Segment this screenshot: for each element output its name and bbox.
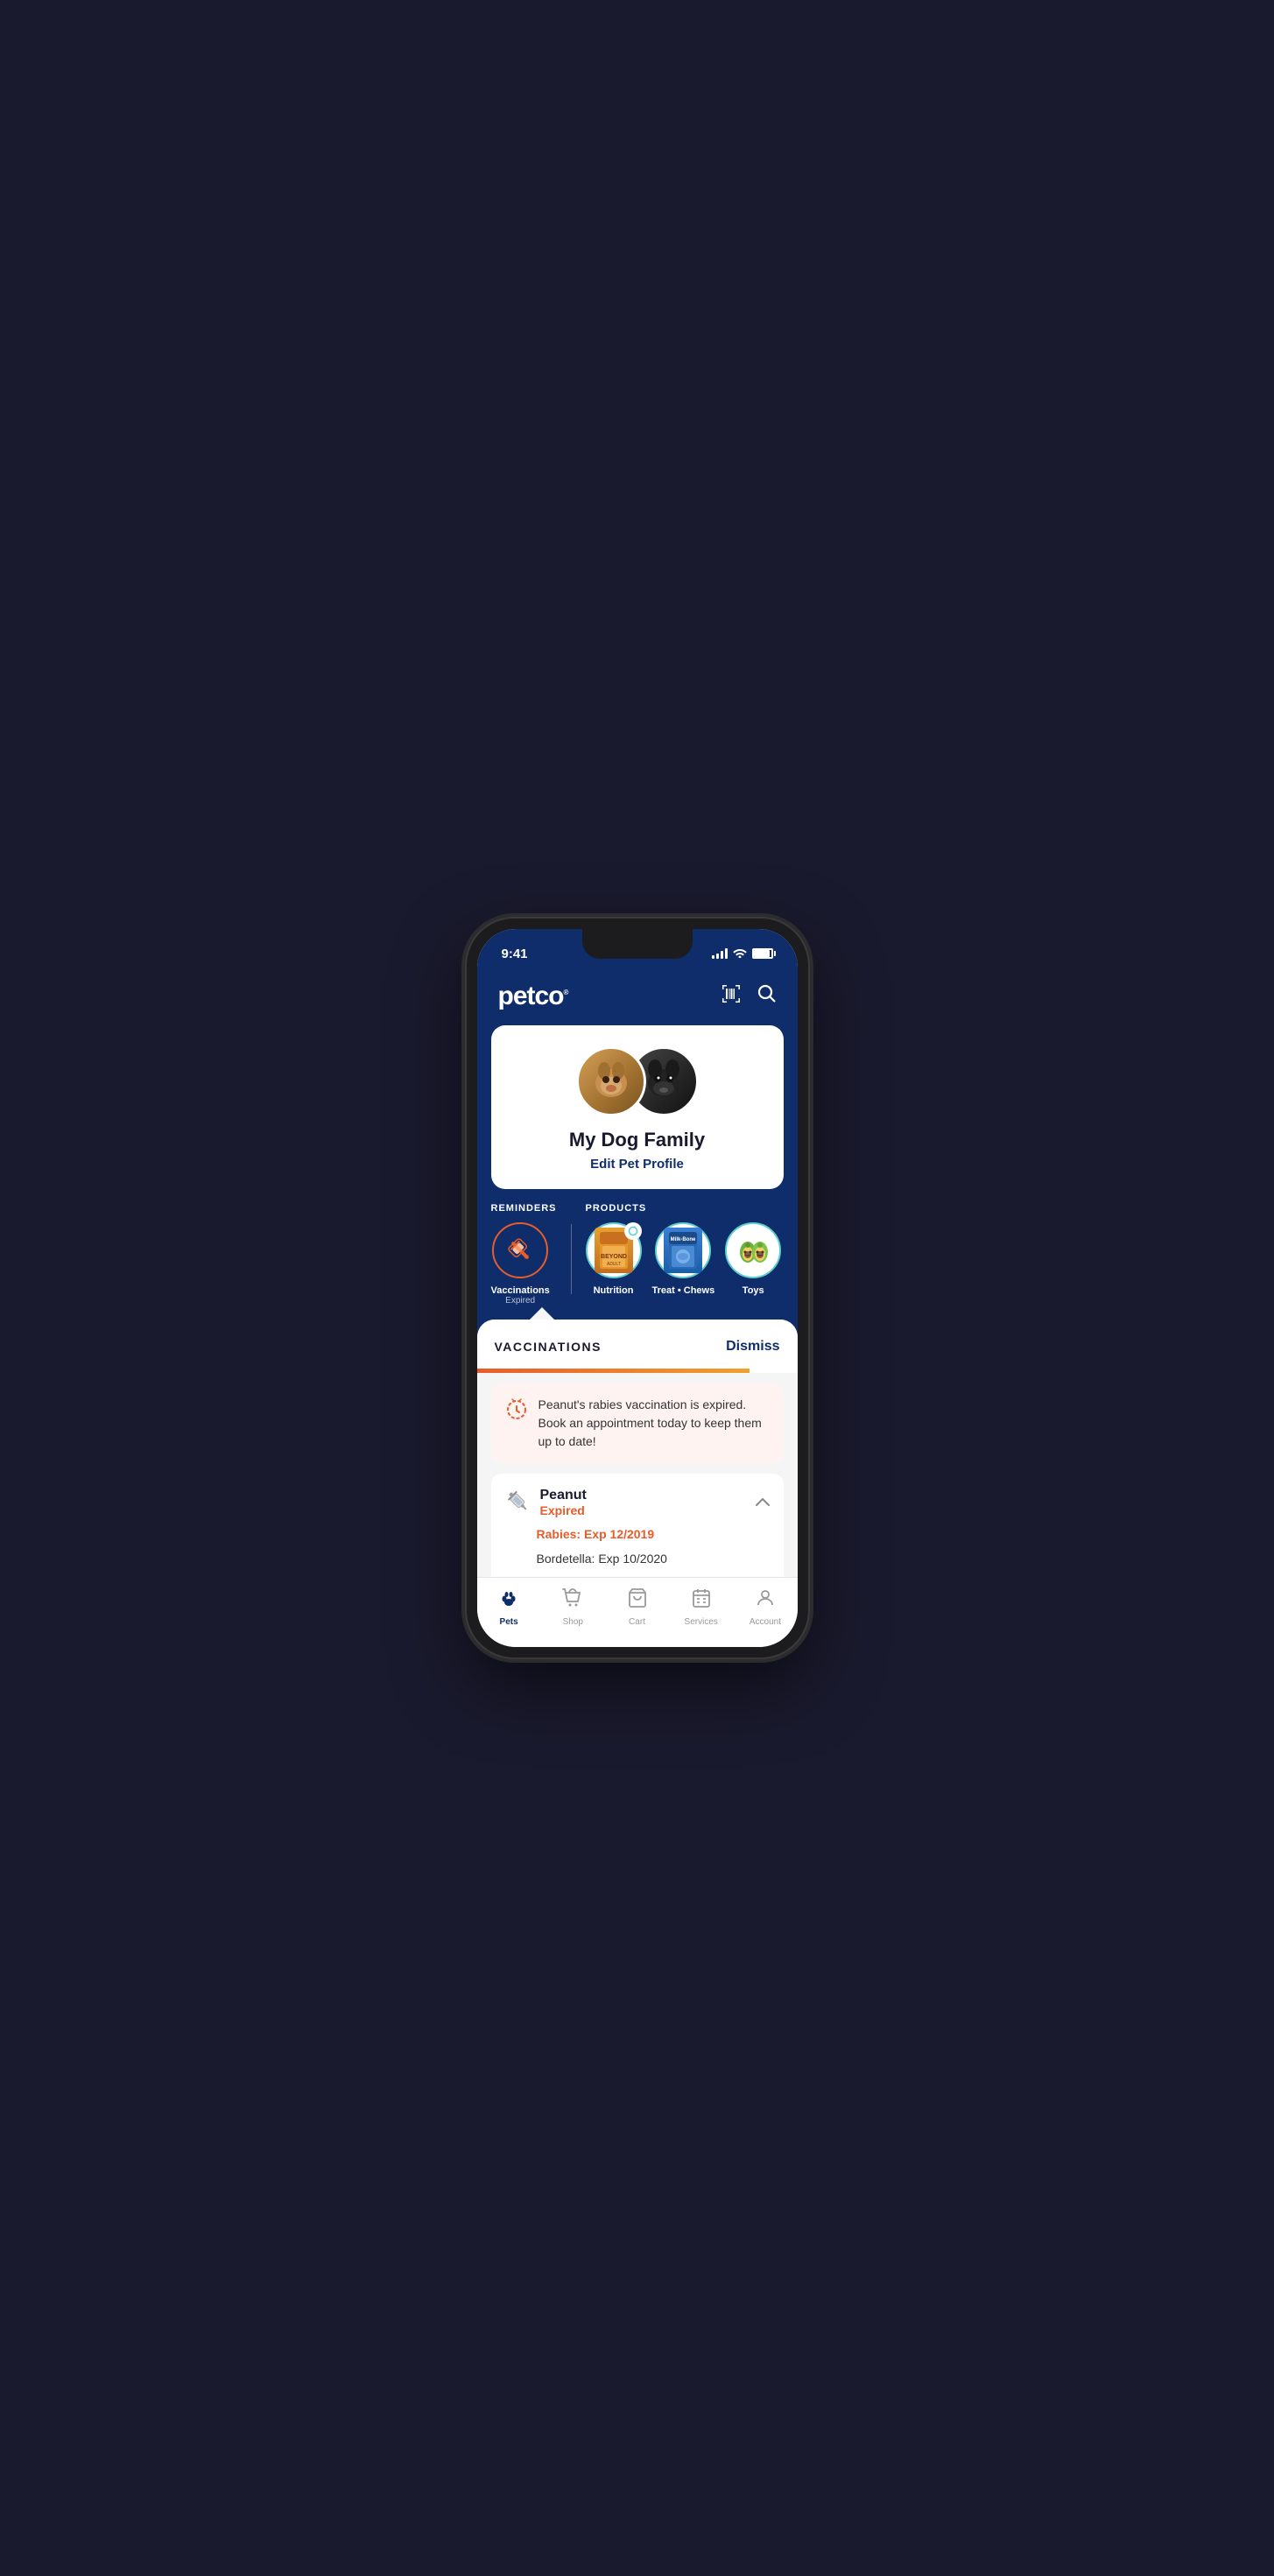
cat-item-treat-chews[interactable]: Milk-Bone Treat • Chews: [652, 1222, 715, 1296]
alert-banner: Peanut's rabies vaccination is expired. …: [491, 1383, 784, 1463]
cat-item-toys[interactable]: Toys: [725, 1222, 781, 1296]
status-icons: [712, 947, 773, 961]
vaccination-circle: [492, 1222, 548, 1278]
pet-vaccination-section: Peanut Expired: [491, 1474, 784, 1577]
nutrition-circle: BEYOND ADULT: [586, 1222, 642, 1278]
rabies-row: Rabies: Exp 12/2019: [537, 1523, 770, 1547]
products-section: PRODUCTS BEYOND: [586, 1203, 784, 1296]
dismiss-button[interactable]: Dismiss: [726, 1339, 779, 1355]
nav-item-shop[interactable]: Shop: [541, 1587, 605, 1627]
refresh-badge: [624, 1222, 642, 1240]
nav-item-cart[interactable]: Cart: [605, 1587, 669, 1627]
panel-arrow: [530, 1307, 554, 1320]
product-items: BEYOND ADULT: [586, 1222, 784, 1296]
panel-title: VACCINATIONS: [495, 1340, 602, 1354]
pet-vacc-header: Peanut Expired: [505, 1488, 770, 1517]
bottom-navigation: Pets Shop: [477, 1577, 798, 1647]
categories-section: REMINDERS: [477, 1203, 798, 1320]
bordetella-row: Bordetella: Exp 10/2020: [537, 1547, 770, 1572]
main-content: My Dog Family Edit Pet Profile REMINDERS: [477, 1025, 798, 1577]
toys-circle: [725, 1222, 781, 1278]
pet-name-status: Peanut Expired: [540, 1488, 587, 1517]
pet-profile-card: My Dog Family Edit Pet Profile: [491, 1025, 784, 1189]
nutrition-label: Nutrition: [594, 1285, 634, 1296]
toys-img: [734, 1231, 772, 1270]
vaccination-detail-panel: VACCINATIONS Dismiss: [477, 1320, 798, 1577]
shop-nav-label: Shop: [563, 1617, 583, 1627]
cat-item-vaccinations[interactable]: Vaccinations Expired: [491, 1222, 550, 1306]
nav-item-pets[interactable]: Pets: [477, 1587, 541, 1627]
phone-screen: 9:41 petco®: [477, 929, 798, 1647]
nav-item-account[interactable]: Account: [733, 1587, 797, 1627]
search-icon[interactable]: [757, 984, 777, 1009]
pet-family-name: My Dog Family: [569, 1129, 705, 1151]
svg-text:BEYOND: BEYOND: [601, 1254, 627, 1260]
header-icons: [721, 983, 777, 1010]
pets-nav-label: Pets: [500, 1617, 518, 1627]
reminders-label: REMINDERS: [491, 1203, 557, 1214]
signal-icon: [712, 948, 728, 959]
status-time: 9:41: [502, 947, 528, 961]
battery-icon: [752, 948, 773, 959]
pet-vacc-name: Peanut: [540, 1488, 587, 1503]
pet-vacc-info: Peanut Expired: [505, 1488, 587, 1517]
alert-message: Peanut's rabies vaccination is expired. …: [538, 1396, 770, 1451]
petco-logo: petco®: [498, 982, 568, 1011]
reminders-section: REMINDERS: [491, 1203, 557, 1306]
cart-nav-label: Cart: [629, 1617, 645, 1627]
panel-header: VACCINATIONS Dismiss: [477, 1320, 798, 1369]
pet-avatars: [576, 1046, 699, 1116]
edit-profile-link[interactable]: Edit Pet Profile: [590, 1157, 684, 1172]
shop-icon: [562, 1587, 583, 1614]
vaccination-details: Rabies: Exp 12/2019 Bordetella: Exp 10/2…: [505, 1523, 770, 1577]
nav-item-services[interactable]: Services: [669, 1587, 733, 1627]
distemper-row: Distemper: Exp 10/2020: [537, 1571, 770, 1577]
svg-text:Milk-Bone: Milk-Bone: [671, 1237, 696, 1242]
alert-clock-icon: [505, 1397, 528, 1425]
services-icon: [691, 1587, 712, 1614]
pet-avatar-1[interactable]: [576, 1046, 646, 1116]
pet-vacc-expired-status: Expired: [540, 1503, 587, 1517]
notch: [582, 929, 693, 959]
treat-chews-circle: Milk-Bone: [655, 1222, 711, 1278]
treat-chews-label: Treat • Chews: [652, 1285, 715, 1296]
barcode-scan-icon[interactable]: [721, 983, 742, 1010]
vaccinations-label: Vaccinations: [491, 1285, 550, 1296]
reminder-items: Vaccinations Expired: [491, 1222, 557, 1306]
account-nav-label: Account: [750, 1617, 781, 1627]
app-header: petco®: [477, 973, 798, 1025]
toys-label: Toys: [743, 1285, 764, 1296]
syringe-icon: [505, 1489, 530, 1517]
svg-text:ADULT: ADULT: [607, 1262, 621, 1267]
vaccinations-sublabel: Expired: [505, 1296, 535, 1306]
phone-frame: 9:41 petco®: [467, 918, 808, 1658]
paw-icon: [498, 1587, 519, 1614]
products-label: PRODUCTS: [586, 1203, 784, 1214]
progress-bar: [477, 1369, 750, 1373]
treat-chews-img: Milk-Bone: [664, 1228, 702, 1273]
divider: [571, 1224, 572, 1294]
progress-bar-container: [477, 1369, 798, 1373]
cart-icon: [627, 1587, 648, 1614]
chevron-up-icon[interactable]: [756, 1495, 770, 1510]
services-nav-label: Services: [685, 1617, 718, 1627]
vaccination-scroll-area[interactable]: Peanut's rabies vaccination is expired. …: [477, 1373, 798, 1577]
cat-item-nutrition[interactable]: BEYOND ADULT: [586, 1222, 642, 1296]
account-icon: [755, 1587, 776, 1614]
wifi-icon: [733, 947, 747, 961]
